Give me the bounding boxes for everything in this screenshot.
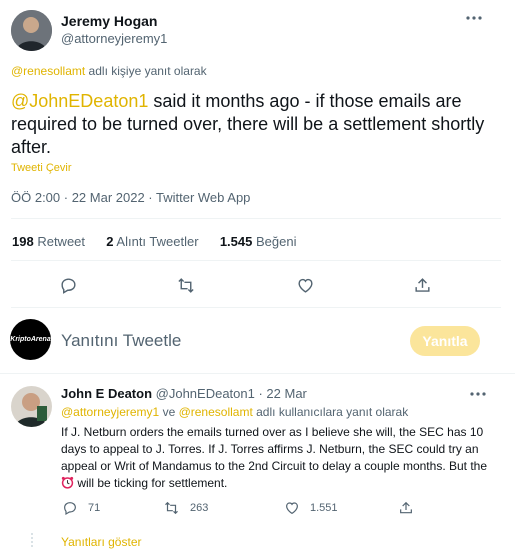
reply-author-name[interactable]: John E Deaton [61, 386, 152, 401]
reply-icon [62, 500, 78, 516]
tweet-timestamp[interactable]: ÖÖ 2:00 · 22 Mar 2022 · Twitter Web App [11, 190, 250, 205]
retweet-count: 263 [190, 502, 209, 514]
reply-author-avatar[interactable] [11, 386, 52, 427]
reply-author-avatar-image [11, 386, 52, 427]
quotes-count: 2 [106, 234, 114, 249]
reply-action-reply[interactable]: 71 [62, 500, 100, 516]
reply-author-line: John E Deaton @JohnEDeaton1 · 22 Mar [61, 386, 307, 401]
divider [11, 307, 501, 308]
like-icon [284, 500, 300, 516]
divider [0, 373, 515, 374]
compose-input[interactable]: Yanıtını Tweetle [61, 331, 391, 351]
retweets-count: 198 [12, 234, 34, 249]
reply-text-part-2: will be ticking for settlement. [74, 476, 228, 490]
reply-action-like[interactable]: 1.551 [284, 500, 338, 516]
retweet-icon [163, 500, 180, 516]
like-icon[interactable] [296, 276, 315, 295]
tweet-text: @JohnEDeaton1 said it months ago - if th… [11, 90, 499, 159]
quotes-label: Alıntı Tweetler [116, 234, 199, 249]
author-name[interactable]: Jeremy Hogan [61, 13, 157, 29]
more-icon[interactable] [466, 15, 482, 21]
thread-dots [28, 532, 36, 548]
reply-context-joiner: ve [159, 405, 179, 419]
likes-stat[interactable]: 1.545 Beğeni [220, 234, 297, 249]
reply-context-mention-2[interactable]: @renesollamt [179, 405, 253, 419]
share-icon[interactable] [413, 276, 432, 295]
reply-icon[interactable] [59, 276, 78, 295]
tweet-mention[interactable]: @JohnEDeaton1 [11, 91, 148, 111]
compose-avatar[interactable]: KriptoArena [10, 319, 51, 360]
reply-context-mention-1[interactable]: @attorneyjeremy1 [61, 405, 159, 419]
likes-count: 1.545 [219, 234, 253, 249]
author-handle[interactable]: @attorneyjeremy1 [61, 31, 167, 46]
likes-label: Beğeni [255, 234, 297, 249]
reply-context: @renesollamt adlı kişiye yanıt olarak [11, 64, 207, 78]
like-count: 1.551 [310, 502, 338, 514]
reply-context: @attorneyjeremy1 ve @renesollamt adlı ku… [61, 405, 408, 419]
divider [11, 260, 501, 261]
reply-context-text: adlı kişiye yanıt olarak [85, 64, 207, 78]
tweet-stats: 198 Retweet 2 Alıntı Tweetler 1.545 Beğe… [12, 234, 296, 249]
divider [11, 218, 501, 219]
reply-button[interactable]: Yanıtla [410, 326, 480, 356]
reply-action-retweet[interactable]: 263 [163, 500, 208, 516]
reply-context-suffix: adlı kullanıcılara yanıt olarak [252, 405, 409, 419]
share-icon[interactable] [398, 500, 414, 516]
quotes-stat[interactable]: 2 Alıntı Tweetler [106, 234, 198, 249]
translate-link[interactable]: Tweeti Çevir [11, 162, 72, 174]
reply-tweet-text: If J. Netburn orders the emails turned o… [61, 424, 491, 494]
author-avatar-image [11, 10, 52, 51]
reply-author-handle[interactable]: @JohnEDeaton1 [156, 386, 255, 401]
retweet-icon[interactable] [176, 276, 196, 295]
reply-count: 71 [88, 502, 101, 514]
reply-context-mention[interactable]: @renesollamt [11, 64, 85, 78]
alarm-clock-emoji [61, 476, 74, 494]
retweets-stat[interactable]: 198 Retweet [12, 234, 85, 249]
reply-text-part-1: If J. Netburn orders the emails turned o… [61, 425, 488, 473]
compose-avatar-text: KriptoArena [10, 336, 51, 343]
reply-date[interactable]: · 22 Mar [258, 386, 306, 401]
author-avatar[interactable] [11, 10, 52, 51]
retweets-label: Retweet [37, 234, 86, 249]
reply-more-icon[interactable] [470, 391, 486, 397]
show-replies-link[interactable]: Yanıtları göster [61, 535, 141, 549]
